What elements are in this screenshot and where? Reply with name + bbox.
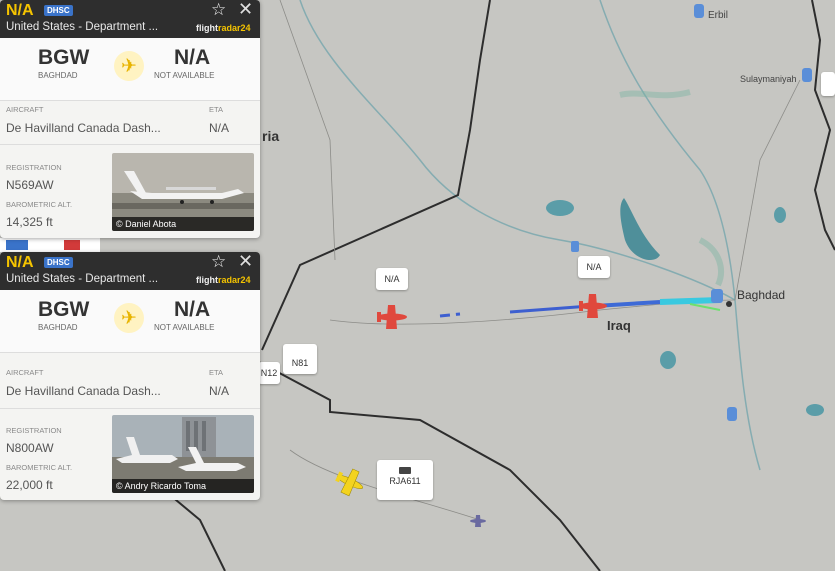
altitude-value: 22,000 ft (6, 478, 53, 492)
country-label-syria-fragment: ria (262, 128, 280, 144)
fr24-suffix: radar24 (218, 23, 251, 33)
airport-icon-erbil[interactable] (694, 4, 704, 18)
flight-tag-1[interactable]: N/A (376, 268, 408, 290)
flight-tag-4[interactable]: N12 (258, 362, 280, 384)
origin-code[interactable]: BGW (38, 298, 89, 322)
aircraft-photo[interactable]: © Andry Ricardo Toma (112, 415, 254, 493)
fr24-logo: flightradar24 (196, 275, 251, 285)
lake-small-3 (806, 404, 824, 416)
airplane-icon: ✈ (114, 51, 144, 81)
aircraft-label: AIRCRAFT (6, 368, 44, 377)
airplane-icon: ✈ (114, 303, 144, 333)
operator-name: United States - Department ... (6, 21, 159, 33)
eta-label: ETA (209, 368, 224, 377)
destination-city: NOT AVAILABLE (154, 71, 215, 80)
aircraft-label: AIRCRAFT (6, 105, 44, 114)
flight-tag-label: N81 (291, 358, 309, 368)
photo-credit: © Andry Ricardo Toma (112, 479, 254, 493)
city-label-sulaymaniyah: Sulaymaniyah (740, 74, 797, 84)
star-icon[interactable]: ☆ (211, 0, 226, 20)
airline-badge: DHSC (44, 5, 73, 16)
panel-gap-strip (0, 238, 100, 252)
fr24-prefix: flight (196, 275, 218, 285)
origin-city: BAGHDAD (38, 323, 78, 332)
lake-small-2 (660, 351, 676, 369)
aircraft-value[interactable]: De Havilland Canada Dash... (6, 384, 161, 398)
registration-label: REGISTRATION (6, 163, 62, 172)
aircraft-value[interactable]: De Havilland Canada Dash... (6, 121, 161, 135)
divider (0, 144, 260, 145)
callsign: N/A (6, 2, 34, 19)
altitude-label: BAROMETRIC ALT. (6, 200, 73, 209)
city-dot-baghdad (726, 301, 732, 307)
flight-tag-3[interactable]: N81 (283, 344, 317, 374)
airport-icon-south[interactable] (727, 407, 737, 421)
operator-name: United States - Department ... (6, 273, 159, 285)
flight-track-cyan (659, 297, 721, 305)
divider (0, 408, 260, 409)
panel-header: N/A DHSC United States - Department ... … (0, 0, 260, 38)
airline-logo-icon (399, 467, 411, 474)
marsh-1 (619, 89, 691, 99)
fr24-logo: flightradar24 (196, 23, 251, 33)
airport-icon-small[interactable] (571, 241, 579, 252)
eta-label: ETA (209, 105, 224, 114)
flight-tag-5[interactable]: RJA611 (377, 460, 433, 500)
airline-badge: DHSC (44, 257, 73, 268)
altitude-label: BAROMETRIC ALT. (6, 463, 73, 472)
registration-label: REGISTRATION (6, 426, 62, 435)
airport-icon-sulaymaniyah[interactable] (802, 68, 812, 82)
photo-credit: © Daniel Abota (112, 217, 254, 231)
origin-code[interactable]: BGW (38, 46, 89, 70)
flight-info-panel-2[interactable]: N/A DHSC United States - Department ... … (0, 252, 260, 500)
lake-small-1 (546, 200, 574, 216)
flight-tag-callsign: RJA611 (389, 476, 421, 486)
flight-tag-edge[interactable] (821, 72, 835, 96)
airport-icon-baghdad[interactable] (711, 289, 723, 303)
panel-header: N/A DHSC United States - Department ... … (0, 252, 260, 290)
eta-value: N/A (209, 384, 230, 398)
route-section: BGW BAGHDAD ✈ N/A NOT AVAILABLE (0, 290, 260, 353)
flag-icon-red (64, 240, 80, 250)
city-label-erbil: Erbil (708, 10, 729, 21)
country-label-iraq: Iraq (607, 318, 631, 333)
flight-tag-label: N/A (384, 274, 400, 284)
fr24-prefix: flight (196, 23, 218, 33)
eta-value: N/A (209, 121, 230, 135)
origin-city: BAGHDAD (38, 71, 78, 80)
destination-code: N/A (174, 298, 211, 321)
callsign: N/A (6, 254, 34, 271)
close-icon[interactable]: ✕ (238, 0, 253, 20)
destination-code: N/A (174, 46, 211, 69)
aircraft-photo[interactable]: © Daniel Abota (112, 153, 254, 231)
flight-tag-2[interactable]: N/A (578, 256, 610, 278)
fr24-suffix: radar24 (218, 275, 251, 285)
flight-tag-label: N/A (586, 262, 602, 272)
flight-info-panel-1[interactable]: N/A DHSC United States - Department ... … (0, 0, 260, 238)
altitude-value: 14,325 ft (6, 215, 53, 229)
flag-icon (6, 240, 28, 250)
destination-city: NOT AVAILABLE (154, 323, 215, 332)
registration-value[interactable]: N569AW (6, 178, 54, 192)
close-icon[interactable]: ✕ (238, 252, 253, 272)
city-label-baghdad: Baghdad (737, 288, 786, 302)
flight-tag-label: N12 (260, 368, 278, 378)
lake-small-4 (774, 207, 786, 223)
star-icon[interactable]: ☆ (211, 252, 226, 272)
route-section: BGW BAGHDAD ✈ N/A NOT AVAILABLE (0, 38, 260, 101)
registration-value[interactable]: N800AW (6, 441, 54, 455)
